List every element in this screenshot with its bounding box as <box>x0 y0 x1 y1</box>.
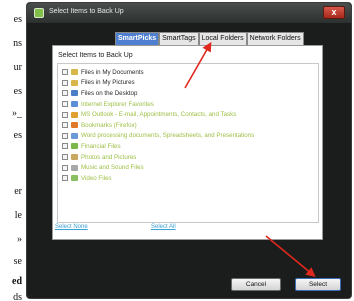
bg-text-line: le <box>14 210 22 221</box>
close-icon: x <box>331 7 337 17</box>
bg-text-line: ns <box>13 38 22 49</box>
document-icon <box>71 132 78 139</box>
item-label: Files in My Documents <box>81 68 144 76</box>
item-label: Video Files <box>81 174 112 182</box>
music-icon <box>71 164 78 171</box>
item-label: Internet Explorer Favorites <box>81 100 154 108</box>
select-button[interactable]: Select <box>295 278 341 291</box>
list-item[interactable]: Files in My Pictures <box>58 78 318 89</box>
item-checkbox[interactable] <box>62 132 68 139</box>
cancel-button[interactable]: Cancel <box>231 278 281 291</box>
bg-text-line: er <box>14 186 22 197</box>
backup-item-list: Files in My Documents Files in My Picture… <box>57 63 319 223</box>
list-item[interactable]: Bookmarks (Firefox) <box>58 120 318 131</box>
bg-text-line: »_ <box>12 108 22 119</box>
dialog-title: Select Items to Back Up <box>49 8 124 15</box>
folder-icon <box>71 79 78 86</box>
list-item[interactable]: Financial Files <box>58 141 318 152</box>
ie-icon <box>71 101 78 108</box>
video-icon <box>71 175 78 182</box>
item-checkbox[interactable] <box>62 164 68 171</box>
item-label: Music and Sound Files <box>81 164 144 172</box>
tab-smartpicks[interactable]: SmartPicks <box>115 32 160 45</box>
app-icon <box>34 8 44 18</box>
item-label: MS Outlook - E-mail, Appointments, Conta… <box>81 111 237 119</box>
list-item[interactable]: Files in My Documents <box>58 67 318 78</box>
outlook-icon <box>71 111 78 118</box>
list-item[interactable]: Internet Explorer Favorites <box>58 99 318 110</box>
item-checkbox[interactable] <box>62 69 68 76</box>
select-none-link[interactable]: Select None <box>55 224 88 230</box>
folder-icon <box>71 69 78 76</box>
bg-text-line: es <box>13 130 22 141</box>
list-item[interactable]: Video Files <box>58 173 318 184</box>
panel-title: Select Items to Back Up <box>58 52 133 59</box>
smartpicks-panel: Select Items to Back Up Files in My Docu… <box>52 45 323 240</box>
close-button[interactable]: x <box>323 6 345 19</box>
bg-text-line: es <box>13 86 22 97</box>
item-checkbox[interactable] <box>62 101 68 108</box>
tab-network-folders[interactable]: Network Folders <box>246 32 304 45</box>
money-icon <box>71 143 78 150</box>
tab-bar: SmartPicks SmartTags Local Folders Netwo… <box>115 32 304 45</box>
item-checkbox[interactable] <box>62 111 68 118</box>
firefox-icon <box>71 122 78 129</box>
item-checkbox[interactable] <box>62 143 68 150</box>
photo-icon <box>71 154 78 161</box>
item-label: Financial Files <box>81 142 121 150</box>
item-checkbox[interactable] <box>62 154 68 161</box>
item-label: Files in My Pictures <box>81 79 135 87</box>
list-item[interactable]: Word processing documents, Spreadsheets,… <box>58 131 318 142</box>
bg-text-line: es <box>13 14 22 25</box>
list-item[interactable]: Photos and Pictures <box>58 152 318 163</box>
item-label: Word processing documents, Spreadsheets,… <box>81 132 255 140</box>
item-checkbox[interactable] <box>62 90 68 97</box>
bg-text-line: se <box>13 256 22 267</box>
tab-local-folders[interactable]: Local Folders <box>198 32 247 45</box>
select-items-dialog: Select Items to Back Up x SmartPicks Sma… <box>26 2 352 299</box>
background-article-text: es ns ur es »_ es er le » se ed ds <box>0 0 24 301</box>
list-item[interactable]: Music and Sound Files <box>58 162 318 173</box>
bg-text-line: » <box>17 234 22 245</box>
desktop-icon <box>71 90 78 97</box>
bg-text-line: ed <box>12 276 22 287</box>
dialog-titlebar[interactable]: Select Items to Back Up x <box>27 3 351 23</box>
list-item[interactable]: Files on the Desktop <box>58 88 318 99</box>
list-item[interactable]: MS Outlook - E-mail, Appointments, Conta… <box>58 109 318 120</box>
item-checkbox[interactable] <box>62 122 68 129</box>
item-checkbox[interactable] <box>62 79 68 86</box>
item-label: Bookmarks (Firefox) <box>81 121 137 129</box>
select-all-link[interactable]: Select All <box>151 224 176 230</box>
bg-text-line: ds <box>13 292 22 301</box>
item-label: Photos and Pictures <box>81 153 137 161</box>
item-label: Files on the Desktop <box>81 89 138 97</box>
tab-smarttags[interactable]: SmartTags <box>159 32 199 45</box>
item-checkbox[interactable] <box>62 175 68 182</box>
bg-text-line: ur <box>13 62 22 73</box>
